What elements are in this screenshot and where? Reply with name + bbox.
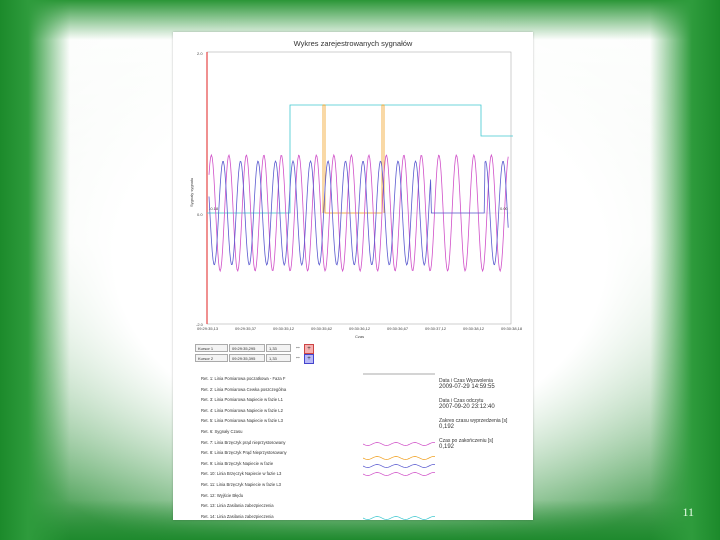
- cursor-1-name: Kursor 1: [195, 344, 228, 352]
- left-marker-value: -0.18: [209, 206, 219, 211]
- legend-item: Ret. 10: Linia Brzęczyk Napiecie w fazie…: [201, 471, 282, 477]
- y-axis-label: Sygnały sygnału: [189, 178, 194, 207]
- read-time-value: 2007-09-20 23:12:40: [439, 404, 495, 410]
- x-tick-label: 09:30:37,12: [425, 326, 447, 331]
- legend-item: Ret. 9: Linia Brzęczyk Napiecie w fazie: [201, 460, 274, 466]
- swatch-blue: [363, 464, 435, 468]
- legend-swatches: [363, 442, 435, 520]
- legend-item: Ret. 13: Linia Zasilania zabezpieczenia: [201, 503, 274, 509]
- right-marker-value: 0.00: [500, 206, 509, 211]
- legend-item: Ret. 6: Sygnały Czasu: [201, 428, 243, 434]
- frame-left: [0, 0, 70, 540]
- x-axis-label: Czas: [355, 334, 364, 339]
- x-tick-label: 09:29:35,13: [197, 326, 219, 331]
- swatch-orange: [363, 456, 435, 460]
- cursor-1-marker-icon[interactable]: +: [304, 344, 314, 354]
- cursor-row-1[interactable]: Kursor 1 09:29:35,295 1,33 ⇔ +: [195, 344, 314, 354]
- oscillogram-screenshot: Wykres zarejestrowanych sygnałów 2.0 0.0…: [173, 32, 533, 520]
- cursor-1-value[interactable]: 1,33: [266, 344, 291, 352]
- pretrigger-value: 0,192: [439, 424, 455, 430]
- y-tick-top: 2.0: [197, 51, 203, 56]
- cursor-2-value[interactable]: 1,33: [266, 354, 291, 362]
- posttrigger-value: 0,192: [439, 444, 455, 450]
- legend-item: Ret. 4: Linia Pomiarowa Napiecie w fazie…: [201, 407, 283, 413]
- legend-item: Ret. 3: Linia Pomiarowa Napiecie w fazie…: [201, 397, 283, 403]
- x-tick-label: 09:30:36,67: [387, 326, 409, 331]
- legend-item: Ret. 11: Linia Brzęczyk Napiecie w fazie…: [201, 481, 281, 487]
- cursor-2-link-icon[interactable]: ⇔: [294, 354, 302, 362]
- recording-info: Data i Czas Wyzwolenia 2009-07-29 14:59:…: [439, 376, 529, 458]
- legend-item: Ret. 2: Linia Pomiarowa Cewka poszczegól…: [201, 386, 287, 392]
- cursor-2-marker-icon[interactable]: +: [304, 354, 314, 364]
- analog-signal-blue: [208, 159, 509, 267]
- x-tick-label: 09:30:35,12: [273, 326, 295, 331]
- frame-right: [650, 0, 720, 540]
- swatch-magenta-2: [363, 472, 435, 476]
- legend-item: Ret. 12: Wyjście Błędu: [201, 492, 244, 498]
- cursor-2-name: Kursor 2: [195, 354, 228, 362]
- digital-signal-cyan: [207, 104, 513, 214]
- plot-frame: [206, 51, 512, 325]
- slide-page-number: 11: [682, 505, 694, 519]
- legend-item: Ret. 8: Linia Brzęczyk Prąd Nieprzystoso…: [201, 450, 287, 456]
- legend-item: Ret. 5: Linia Pomiarowa Napiecie w fazie…: [201, 418, 283, 424]
- legend-item: Ret. 1: Linia Pomiarowa poczatkowa - Faz…: [201, 376, 286, 381]
- trigger-time-value: 2009-07-29 14:59:55: [439, 384, 495, 390]
- x-tick-label: 09:30:38,12: [463, 326, 485, 331]
- x-tick-label: 09:30:36,12: [349, 326, 371, 331]
- digital-signal-orange: [322, 104, 385, 214]
- legend-item: Ret. 14: Linia Zasilania zabezpieczenia: [201, 513, 274, 519]
- cursor-1-time[interactable]: 09:29:35,295: [229, 344, 265, 352]
- x-tick-label: 09:30:38,18: [501, 326, 523, 331]
- swatch-cyan: [363, 516, 435, 520]
- y-tick-mid: 0.0: [197, 212, 203, 217]
- cursor-2-time[interactable]: 09:29:35,395: [229, 354, 265, 362]
- x-tick-label: 09:30:35,62: [311, 326, 333, 331]
- cursor-1-link-icon[interactable]: ⇔: [294, 344, 302, 352]
- legend-item: Ret. 7: Linia Brzęczyk prąd nieprzystoso…: [201, 439, 286, 445]
- swatch-magenta: [363, 442, 435, 446]
- signal-legend: Ret. 1: Linia Pomiarowa poczatkowa - Faz…: [201, 376, 361, 524]
- x-tick-labels: 09:29:35,13 09:29:35,37 09:30:35,12 09:30:3…: [197, 326, 523, 331]
- x-tick-label: 09:29:35,37: [235, 326, 257, 331]
- cursor-row-2[interactable]: Kursor 2 09:29:35,395 1,33 ⇔ +: [195, 354, 314, 364]
